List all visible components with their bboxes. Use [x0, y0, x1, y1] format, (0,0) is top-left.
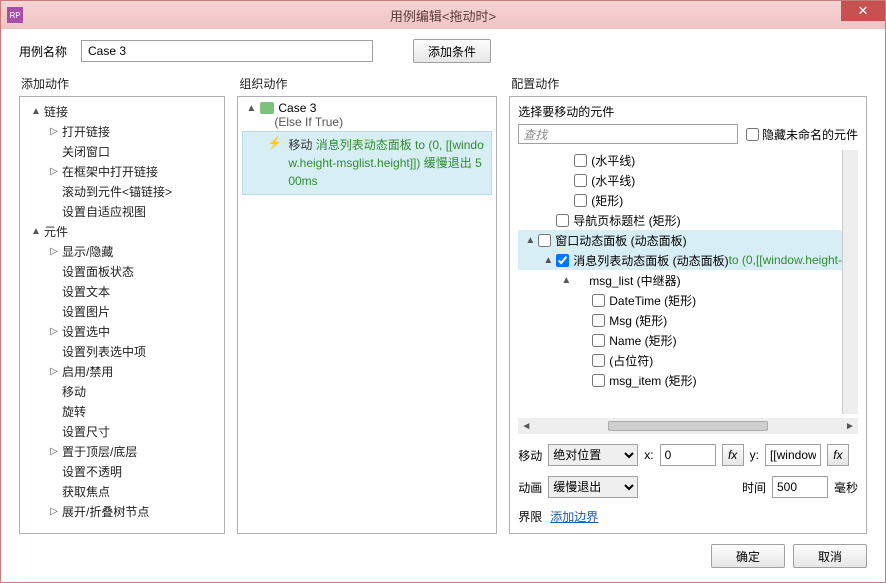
widget-checkbox[interactable] — [592, 294, 605, 307]
widget-tree-row[interactable]: ▲窗口动态面板 (动态面板) — [518, 230, 842, 250]
action-tree-item[interactable]: 获取焦点 — [26, 481, 224, 501]
time-label: 时间 — [742, 479, 766, 496]
y-fx-button[interactable]: fx — [827, 444, 849, 466]
add-condition-button[interactable]: 添加条件 — [413, 39, 491, 63]
action-tree-item[interactable]: ▷启用/禁用 — [26, 361, 224, 381]
select-widget-label: 选择要移动的元件 — [518, 103, 858, 120]
widget-tree-row[interactable]: (矩形) — [518, 190, 842, 210]
action-tree-item[interactable]: 旋转 — [26, 401, 224, 421]
widget-tree-row[interactable]: DateTime (矩形) — [518, 290, 842, 310]
app-icon: RP — [7, 7, 23, 23]
widget-checkbox[interactable] — [592, 314, 605, 327]
action-tree-item[interactable]: ▷在框架中打开链接 — [26, 161, 224, 181]
vertical-scrollbar[interactable] — [842, 150, 858, 414]
case-icon — [260, 102, 274, 114]
right-col-heading: 配置动作 — [509, 71, 867, 96]
widget-checkbox[interactable] — [556, 254, 569, 267]
widget-tree-row[interactable]: 导航页标题栏 (矩形) — [518, 210, 842, 230]
left-col-heading: 添加动作 — [19, 71, 225, 96]
widget-checkbox[interactable] — [574, 194, 587, 207]
move-type-select[interactable]: 绝对位置 — [548, 444, 638, 466]
x-label: x: — [644, 448, 653, 462]
anim-type-select[interactable]: 缓慢退出 — [548, 476, 638, 498]
action-tree-item[interactable]: 滚动到元件<锚链接> — [26, 181, 224, 201]
action-tree-item[interactable]: 设置不透明 — [26, 461, 224, 481]
action-tree-item[interactable]: 设置自适应视图 — [26, 201, 224, 221]
organize-action-row[interactable]: ⚡ 移动 消息列表动态面板 to (0, [[window.height-msg… — [242, 131, 492, 195]
cancel-button[interactable]: 取消 — [793, 544, 867, 568]
widget-checkbox[interactable] — [538, 234, 551, 247]
dialog-window: RP 用例编辑<拖动时> ✕ 用例名称 添加条件 添加动作 ▲链接▷打开链接关闭… — [0, 0, 886, 583]
widget-checkbox[interactable] — [574, 174, 587, 187]
organize-panel: ▲ Case 3 (Else If True) ⚡ 移动 消息列表动态面板 to… — [237, 96, 497, 534]
top-row: 用例名称 添加条件 — [1, 29, 885, 71]
action-tree-item[interactable]: 关闭窗口 — [26, 141, 224, 161]
widget-tree-row[interactable]: Name (矩形) — [518, 330, 842, 350]
action-tree-item[interactable]: 设置图片 — [26, 301, 224, 321]
time-unit: 毫秒 — [834, 479, 858, 496]
bounds-label: 界限 — [518, 508, 542, 525]
move-row: 移动 绝对位置 x: fx y: fx — [518, 444, 858, 466]
action-tree-item[interactable]: ▷展开/折叠树节点 — [26, 501, 224, 521]
widget-tree-row[interactable]: ▲消息列表动态面板 (动态面板) to (0,[[window.height- — [518, 250, 842, 270]
hide-unnamed-checkbox[interactable] — [746, 128, 759, 141]
bolt-icon: ⚡ — [267, 136, 282, 190]
action-tree-item[interactable]: ▲元件 — [26, 221, 224, 241]
horizontal-scrollbar[interactable]: ◄ ► — [518, 418, 858, 434]
ok-button[interactable]: 确定 — [711, 544, 785, 568]
organize-tree[interactable]: ▲ Case 3 (Else If True) ⚡ 移动 消息列表动态面板 to… — [238, 97, 496, 533]
action-tree-item[interactable]: ▲链接 — [26, 101, 224, 121]
action-tree-item[interactable]: 移动 — [26, 381, 224, 401]
anim-row: 动画 缓慢退出 时间 毫秒 — [518, 476, 858, 498]
actions-tree[interactable]: ▲链接▷打开链接关闭窗口▷在框架中打开链接滚动到元件<锚链接>设置自适应视图▲元… — [20, 97, 224, 533]
action-tree-item[interactable]: ▷置于顶层/底层 — [26, 441, 224, 461]
titlebar[interactable]: RP 用例编辑<拖动时> ✕ — [1, 1, 885, 29]
anim-label: 动画 — [518, 479, 542, 496]
action-tree-item[interactable]: 设置面板状态 — [26, 261, 224, 281]
widget-tree-row[interactable]: (水平线) — [518, 170, 842, 190]
case-node[interactable]: ▲ Case 3 — [242, 101, 492, 115]
hide-unnamed-option[interactable]: 隐藏未命名的元件 — [746, 126, 858, 143]
widget-checkbox[interactable] — [556, 214, 569, 227]
dialog-footer: 确定 取消 — [1, 534, 885, 582]
mid-col-heading: 组织动作 — [237, 71, 497, 96]
window-title: 用例编辑<拖动时> — [390, 6, 496, 25]
case-name-label: 用例名称 — [19, 43, 67, 60]
config-panel: 选择要移动的元件 隐藏未命名的元件 (水平线)(水平线)(矩形)导航页标题栏 (… — [509, 96, 867, 534]
widget-checkbox[interactable] — [592, 374, 605, 387]
time-input[interactable] — [772, 476, 828, 498]
y-label: y: — [750, 448, 759, 462]
action-tree-item[interactable]: 设置列表选中项 — [26, 341, 224, 361]
add-bounds-link[interactable]: 添加边界 — [550, 508, 598, 525]
x-fx-button[interactable]: fx — [722, 444, 744, 466]
case-node-label: Case 3 — [278, 101, 316, 115]
widget-search-input[interactable] — [518, 124, 738, 144]
widget-tree-row[interactable]: ▲msg_list (中继器) — [518, 270, 842, 290]
widget-tree[interactable]: (水平线)(水平线)(矩形)导航页标题栏 (矩形)▲窗口动态面板 (动态面板)▲… — [518, 150, 842, 414]
widget-checkbox[interactable] — [592, 334, 605, 347]
actions-panel: ▲链接▷打开链接关闭窗口▷在框架中打开链接滚动到元件<锚链接>设置自适应视图▲元… — [19, 96, 225, 534]
action-tree-item[interactable]: 设置文本 — [26, 281, 224, 301]
action-tree-item[interactable]: 设置尺寸 — [26, 421, 224, 441]
y-input[interactable] — [765, 444, 821, 466]
close-button[interactable]: ✕ — [841, 1, 885, 21]
widget-checkbox[interactable] — [592, 354, 605, 367]
case-sub-label: (Else If True) — [242, 115, 492, 129]
action-tree-item[interactable]: ▷设置选中 — [26, 321, 224, 341]
widget-tree-row[interactable]: msg_item (矩形) — [518, 370, 842, 390]
organize-action-text: 移动 消息列表动态面板 to (0, [[window.height-msgli… — [288, 136, 485, 190]
widget-tree-row[interactable]: (水平线) — [518, 150, 842, 170]
widget-tree-row[interactable]: Msg (矩形) — [518, 310, 842, 330]
widget-checkbox[interactable] — [574, 154, 587, 167]
widget-tree-row[interactable]: (占位符) — [518, 350, 842, 370]
case-name-input[interactable] — [81, 40, 373, 62]
move-label: 移动 — [518, 447, 542, 464]
x-input[interactable] — [660, 444, 716, 466]
bounds-row: 界限 添加边界 — [518, 508, 858, 525]
action-tree-item[interactable]: ▷打开链接 — [26, 121, 224, 141]
action-tree-item[interactable]: ▷显示/隐藏 — [26, 241, 224, 261]
